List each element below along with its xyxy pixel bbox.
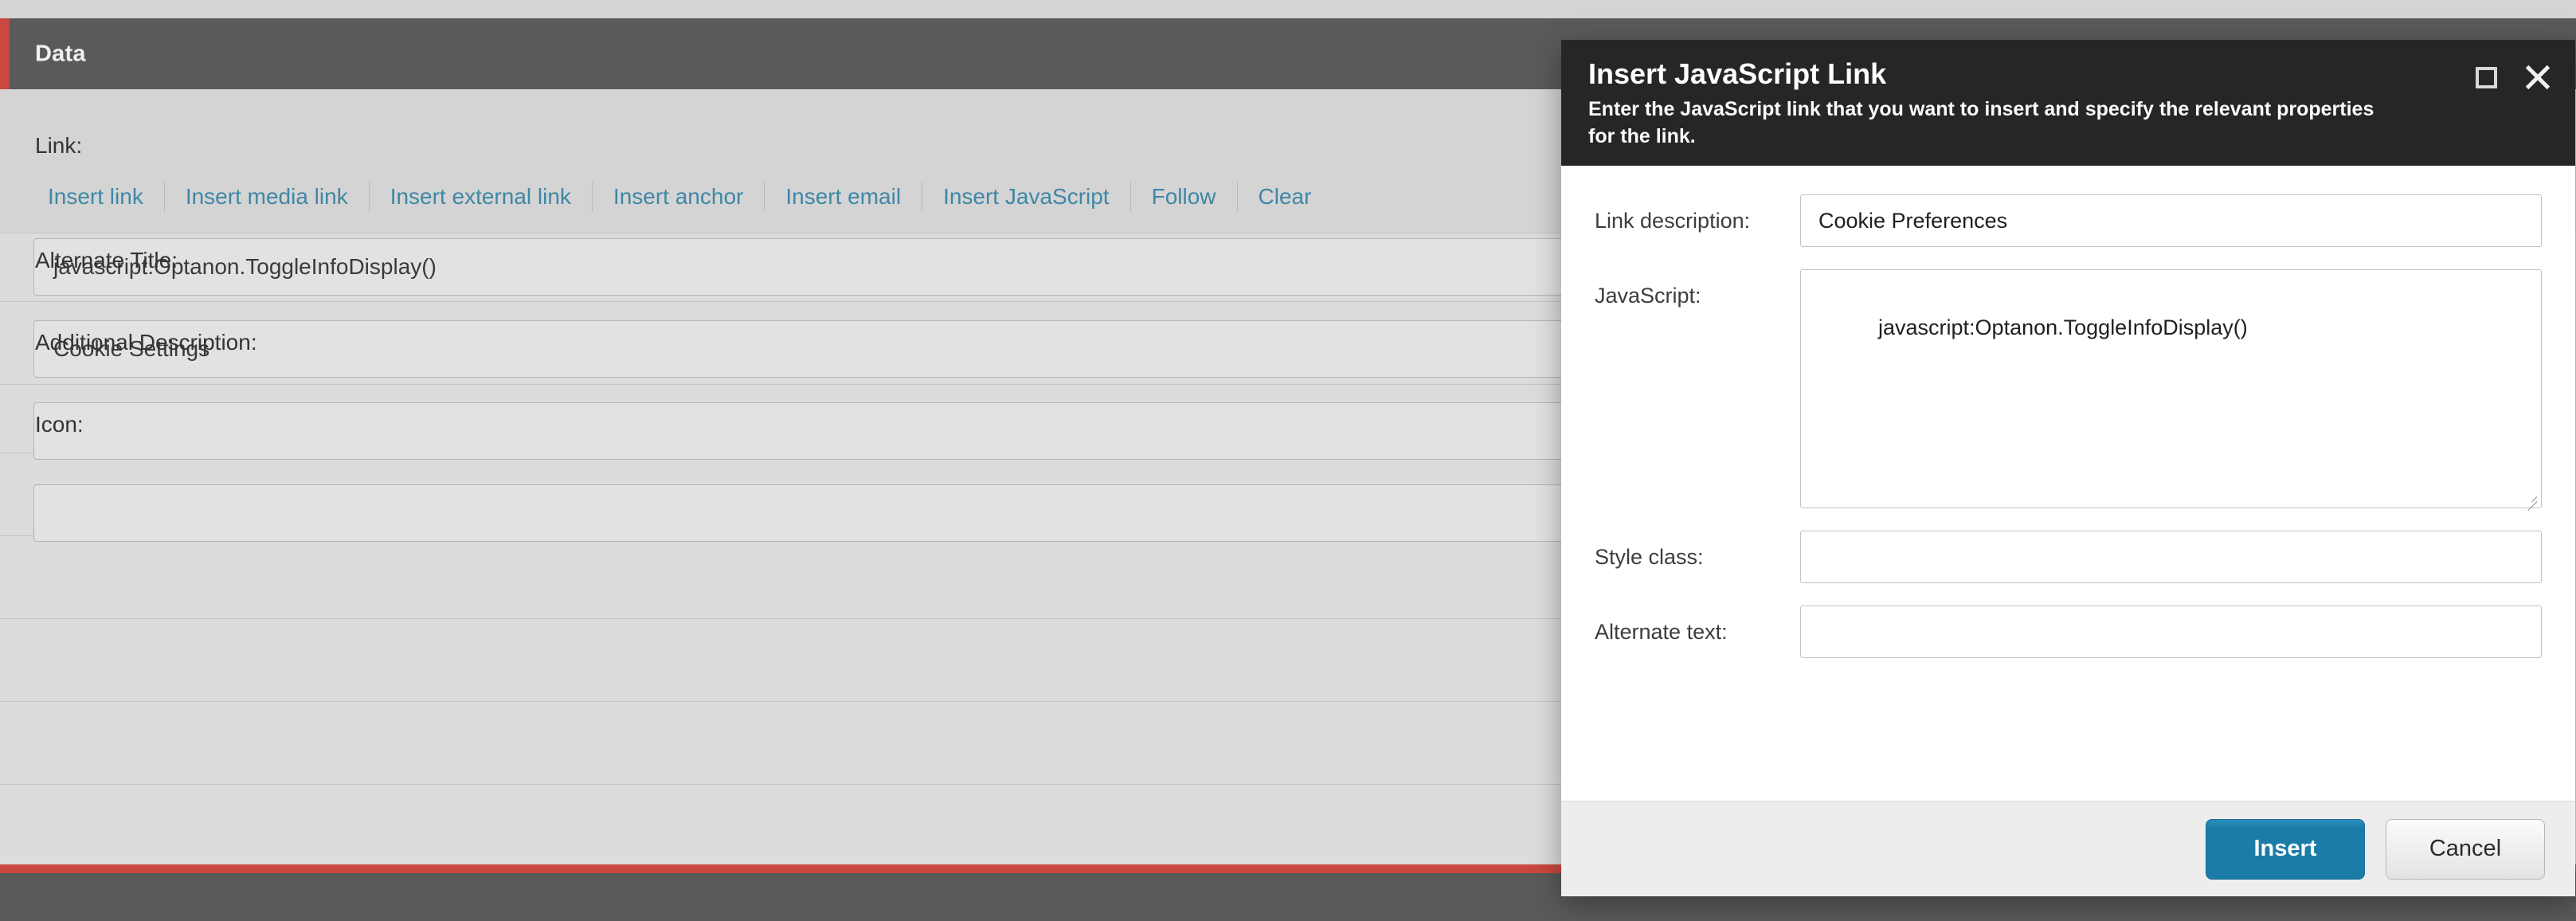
dialog-title: Insert JavaScript Link [1588, 57, 1887, 90]
javascript-label: JavaScript: [1595, 284, 1701, 308]
style-class-label: Style class: [1595, 545, 1704, 569]
dialog-header: Insert JavaScript Link Enter the JavaScr… [1561, 40, 2575, 166]
alternate-text-input[interactable] [1800, 606, 2542, 658]
close-icon[interactable] [2524, 64, 2551, 91]
link-description-row: Link description: Cookie Preferences [1595, 194, 2542, 247]
alternate-text-row: Alternate text: [1595, 606, 2542, 658]
dialog-footer: Insert Cancel [1561, 801, 2575, 896]
clear-action[interactable]: Clear [1238, 184, 1333, 210]
alternate-text-label: Alternate text: [1595, 620, 1728, 644]
link-description-label: Link description: [1595, 209, 1751, 233]
screen-root: Data Link: Insert link Insert media link… [0, 0, 2576, 921]
insert-javascript-link-dialog: Insert JavaScript Link Enter the JavaScr… [1561, 40, 2575, 896]
insert-media-link-action[interactable]: Insert media link [165, 184, 369, 210]
maximize-icon[interactable] [2476, 66, 2497, 88]
page-top-strip [0, 0, 2576, 18]
page-title: Data [35, 41, 86, 66]
cancel-button[interactable]: Cancel [2386, 818, 2545, 880]
dialog-window-controls [2476, 64, 2551, 91]
javascript-row: JavaScript: javascript:Optanon.ToggleInf… [1595, 269, 2542, 511]
dialog-subtitle: Enter the JavaScript link that you want … [1588, 98, 2374, 147]
link-field-label: Link: [35, 133, 83, 158]
insert-external-link-action[interactable]: Insert external link [370, 184, 592, 210]
section-accent-bar [0, 18, 10, 89]
insert-javascript-action[interactable]: Insert JavaScript [922, 184, 1130, 210]
insert-anchor-action[interactable]: Insert anchor [593, 184, 764, 210]
icon-field-label: Icon: [35, 412, 84, 437]
dialog-body: Link description: Cookie Preferences Jav… [1561, 166, 2575, 801]
insert-button[interactable]: Insert [2206, 818, 2365, 880]
javascript-textarea[interactable]: javascript:Optanon.ToggleInfoDisplay() [1800, 269, 2542, 511]
insert-email-action[interactable]: Insert email [765, 184, 922, 210]
follow-action[interactable]: Follow [1131, 184, 1237, 210]
style-class-input[interactable] [1800, 531, 2542, 583]
style-class-row: Style class: [1595, 531, 2542, 583]
javascript-textarea-value: javascript:Optanon.ToggleInfoDisplay() [1878, 315, 2248, 340]
additional-description-label: Additional Description: [35, 330, 257, 355]
link-description-input[interactable]: Cookie Preferences [1800, 194, 2542, 247]
alternate-title-label: Alternate Title: [35, 248, 178, 272]
link-actions-toolbar: Insert link Insert media link Insert ext… [27, 181, 1332, 213]
resize-grip-icon [2523, 490, 2538, 511]
insert-link-action[interactable]: Insert link [27, 184, 164, 210]
